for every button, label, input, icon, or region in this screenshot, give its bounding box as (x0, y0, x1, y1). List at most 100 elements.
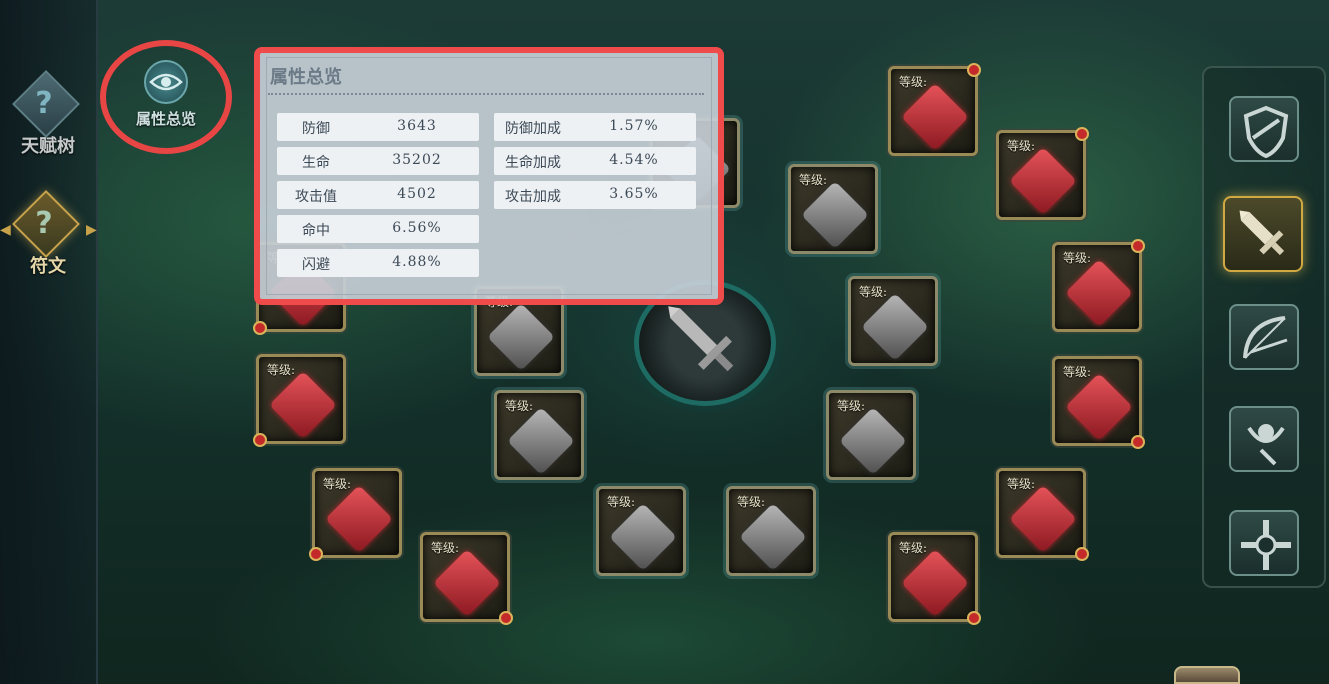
stat-defense: 防御 3643 (277, 113, 479, 141)
nav-item-runes[interactable]: ? ◀ ▶ 符文 (0, 188, 97, 288)
red-rune-slot[interactable]: 等级: (1052, 239, 1145, 332)
grey-rune-slot[interactable]: 等级: (726, 486, 816, 576)
panel-title: 属性总览 (270, 67, 342, 88)
socket-dot-icon (309, 547, 323, 561)
slot-level-label: 等级: (1007, 139, 1036, 153)
stat-label: 闪避 (302, 257, 330, 273)
arrow-right-icon: ▶ (86, 222, 97, 238)
stat-value: 1.57% (609, 118, 659, 134)
grey-rune-gem-icon (739, 503, 807, 571)
slot-level-label: 等级: (737, 495, 766, 509)
stat-attack: 攻击值 4502 (277, 181, 479, 209)
socket-dot-icon (1075, 127, 1089, 141)
stat-value: 4.54% (609, 152, 659, 168)
red-rune-slot[interactable]: 等级: (420, 532, 513, 625)
red-rune-slot[interactable]: 等级: (309, 468, 402, 561)
stat-label: 攻击值 (295, 189, 337, 205)
cross-icon (1241, 520, 1291, 570)
tool-cross[interactable] (1229, 510, 1299, 576)
slot-level-label: 等级: (267, 363, 296, 377)
stat-attack-bonus: 攻击加成 3.65% (494, 181, 696, 209)
red-rune-slot[interactable]: 等级: (1052, 356, 1145, 449)
socket-dot-icon (1075, 547, 1089, 561)
socket-dot-icon (1131, 239, 1145, 253)
grey-rune-gem-icon (839, 407, 907, 475)
socket-dot-icon (1131, 435, 1145, 449)
slot-level-label: 等级: (431, 541, 460, 555)
stat-label: 防御 (302, 121, 330, 137)
red-rune-gem-icon (433, 549, 501, 617)
grey-rune-gem-icon (801, 181, 869, 249)
stat-label: 生命加成 (505, 155, 561, 171)
bow-icon (1243, 316, 1288, 359)
stat-label: 命中 (302, 223, 330, 239)
question-mark-icon: ? (35, 86, 53, 121)
sword-icon (1239, 210, 1285, 256)
red-rune-gem-icon (1065, 259, 1133, 327)
socket-dot-icon (967, 63, 981, 77)
attribute-overview-label: 属性总览 (135, 110, 196, 128)
socket-dot-icon (499, 611, 513, 625)
grey-rune-slot[interactable]: 等级: (494, 390, 584, 480)
slot-level-label: 等级: (799, 173, 828, 187)
stat-value: 6.56% (392, 220, 442, 236)
red-rune-gem-icon (325, 485, 393, 553)
red-rune-gem-icon (1065, 373, 1133, 441)
attribute-overview-panel: 属性总览 防御 3643 生命 35202 攻击值 4502 命中 6.56% … (254, 47, 724, 305)
stat-value: 4.88% (392, 254, 442, 270)
socket-dot-icon (967, 611, 981, 625)
question-mark-icon: ? (35, 206, 53, 241)
slot-level-label: 等级: (837, 399, 866, 413)
grey-rune-gem-icon (507, 407, 575, 475)
grey-rune-gem-icon (609, 503, 677, 571)
tool-orb[interactable] (1229, 406, 1299, 472)
grey-rune-slot[interactable]: 等级: (596, 486, 686, 576)
slot-level-label: 等级: (1063, 365, 1092, 379)
crescent-orb-icon (1247, 424, 1285, 466)
stat-dodge: 闪避 4.88% (277, 249, 479, 277)
red-rune-slot[interactable]: 等级: (888, 63, 981, 156)
stat-value: 3.65% (609, 186, 659, 202)
nav-label-runes: 符文 (30, 256, 66, 277)
grey-rune-slot[interactable]: 等级: (788, 164, 878, 254)
tool-bow[interactable] (1229, 304, 1299, 370)
tool-shield[interactable] (1229, 96, 1299, 162)
attribute-overview-button[interactable]: 属性总览 (100, 40, 232, 154)
slot-level-label: 等级: (1063, 251, 1092, 265)
slot-level-label: 等级: (505, 399, 534, 413)
stat-value: 4502 (397, 186, 437, 202)
slot-level-label: 等级: (1007, 477, 1036, 491)
slot-level-label: 等级: (899, 541, 928, 555)
red-rune-slot[interactable]: 等级: (996, 468, 1089, 561)
grey-rune-gem-icon (487, 303, 555, 371)
stat-value: 35202 (392, 152, 442, 168)
stat-hit: 命中 6.56% (277, 215, 479, 243)
shield-icon (1243, 105, 1289, 159)
panel-divider (268, 93, 704, 95)
slot-level-label: 等级: (607, 495, 636, 509)
red-rune-gem-icon (1009, 147, 1077, 215)
red-rune-gem-icon (901, 549, 969, 617)
tool-sword[interactable] (1223, 196, 1303, 272)
red-rune-gem-icon (1009, 485, 1077, 553)
red-rune-slot[interactable]: 等级: (253, 354, 346, 447)
red-rune-slot[interactable]: 等级: (888, 532, 981, 625)
treasure-chest-icon[interactable] (1174, 666, 1240, 684)
red-rune-gem-icon (269, 371, 337, 439)
stat-label: 防御加成 (505, 121, 561, 137)
socket-dot-icon (253, 321, 267, 335)
eye-icon (144, 60, 188, 104)
slot-level-label: 等级: (323, 477, 352, 491)
stat-hp: 生命 35202 (277, 147, 479, 175)
arrow-left-icon: ◀ (0, 222, 11, 238)
stat-label: 生命 (302, 155, 330, 171)
stat-label: 攻击加成 (505, 189, 561, 205)
grey-rune-slot[interactable]: 等级: (848, 276, 938, 366)
grey-rune-slot[interactable]: 等级: (826, 390, 916, 480)
nav-item-talent-tree[interactable]: ? 天赋树 (0, 68, 96, 168)
red-rune-slot[interactable]: 等级: (996, 127, 1089, 220)
slot-level-label: 等级: (859, 285, 888, 299)
nav-label-talent-tree: 天赋树 (21, 136, 75, 157)
grey-rune-gem-icon (861, 293, 929, 361)
red-rune-gem-icon (901, 83, 969, 151)
